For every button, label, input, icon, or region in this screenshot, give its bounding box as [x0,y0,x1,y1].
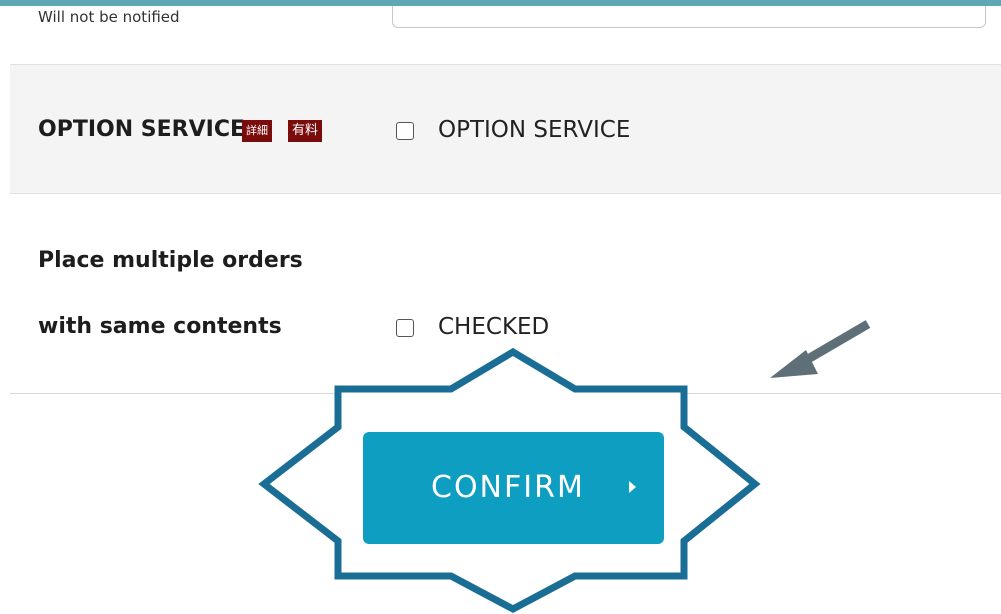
caret-right-icon [629,481,636,493]
arrow-icon [770,320,871,378]
confirm-button-label: CONFIRM [431,470,585,505]
confirm-button[interactable]: CONFIRM [363,432,664,544]
